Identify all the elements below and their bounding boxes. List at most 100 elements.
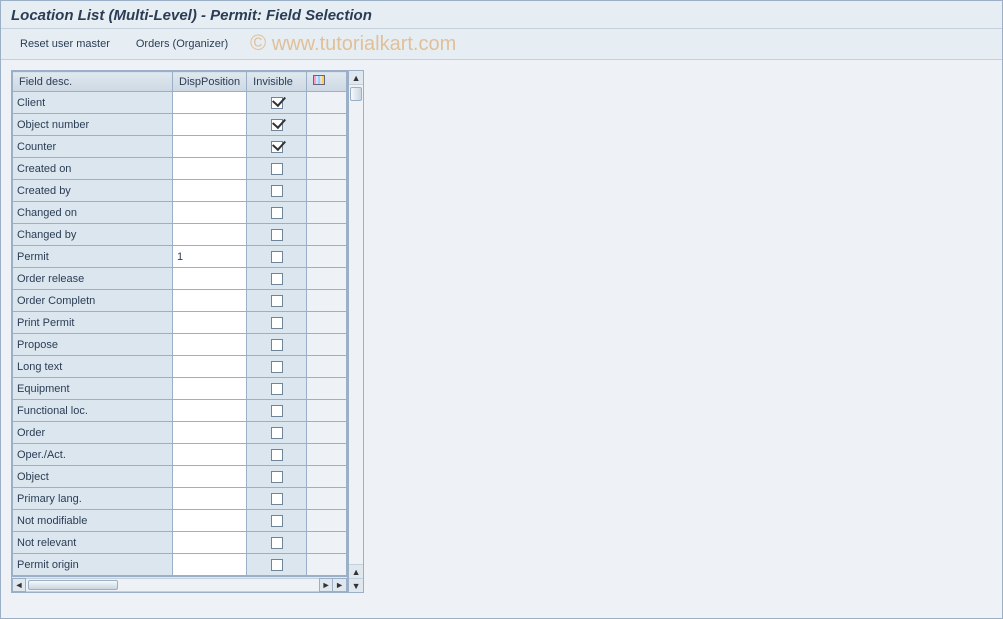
invisible-checkbox[interactable] (271, 207, 283, 219)
table-row[interactable]: Object number (13, 114, 347, 136)
invisible-checkbox[interactable] (271, 427, 283, 439)
cell-disp-position[interactable] (173, 554, 247, 576)
invisible-checkbox[interactable] (271, 273, 283, 285)
invisible-checkbox[interactable] (271, 229, 283, 241)
cell-disp-position[interactable] (173, 422, 247, 444)
cell-disp-position[interactable] (173, 378, 247, 400)
cell-field-desc: Not modifiable (13, 510, 173, 532)
invisible-checkbox[interactable] (271, 339, 283, 351)
table-row[interactable]: Changed by (13, 224, 347, 246)
invisible-checkbox[interactable] (271, 471, 283, 483)
cell-spacer (307, 488, 347, 510)
cell-disp-position[interactable] (173, 400, 247, 422)
hscroll-thumb[interactable] (28, 580, 118, 590)
scroll-right-icon[interactable]: ► (319, 578, 333, 592)
table-row[interactable]: Permit1 (13, 246, 347, 268)
table-row[interactable]: Not modifiable (13, 510, 347, 532)
invisible-checkbox[interactable] (271, 493, 283, 505)
table-row[interactable]: Long text (13, 356, 347, 378)
scroll-right-end-icon[interactable]: ► (333, 578, 347, 592)
cell-disp-position[interactable] (173, 136, 247, 158)
scroll-up-icon[interactable]: ▲ (349, 71, 363, 85)
cell-disp-position[interactable] (173, 180, 247, 202)
table-row[interactable]: Object (13, 466, 347, 488)
cell-field-desc: Created on (13, 158, 173, 180)
cell-disp-position[interactable] (173, 444, 247, 466)
table-row[interactable]: Created on (13, 158, 347, 180)
invisible-checkbox[interactable] (271, 515, 283, 527)
table-row[interactable]: Created by (13, 180, 347, 202)
cell-disp-position[interactable] (173, 290, 247, 312)
table-row[interactable]: Permit origin (13, 554, 347, 576)
invisible-checkbox[interactable] (271, 295, 283, 307)
content-area: Field desc. DispPosition Invisible Clien… (1, 60, 1002, 618)
cell-spacer (307, 290, 347, 312)
table-row[interactable]: Propose (13, 334, 347, 356)
vertical-scrollbar[interactable]: ▲ ▲ ▼ (348, 70, 364, 593)
cell-field-desc: Oper./Act. (13, 444, 173, 466)
cell-disp-position[interactable] (173, 532, 247, 554)
cell-disp-position[interactable] (173, 158, 247, 180)
table-row[interactable]: Order (13, 422, 347, 444)
invisible-checkbox[interactable] (271, 537, 283, 549)
table-settings-button[interactable] (307, 72, 347, 92)
scroll-down-end-icon[interactable]: ▼ (349, 578, 363, 592)
reset-user-master-button[interactable]: Reset user master (9, 33, 121, 55)
column-header-invisible[interactable]: Invisible (247, 72, 307, 92)
cell-disp-position[interactable] (173, 268, 247, 290)
horizontal-scrollbar[interactable]: ◄ ► ► (12, 576, 347, 592)
table-row[interactable]: Print Permit (13, 312, 347, 334)
cell-invisible (247, 532, 307, 554)
invisible-checkbox[interactable] (271, 317, 283, 329)
cell-field-desc: Object number (13, 114, 173, 136)
cell-field-desc: Equipment (13, 378, 173, 400)
vscroll-thumb[interactable] (350, 87, 362, 101)
table-row[interactable]: Not relevant (13, 532, 347, 554)
invisible-checkbox[interactable] (271, 119, 283, 131)
invisible-checkbox[interactable] (271, 251, 283, 263)
invisible-checkbox[interactable] (271, 449, 283, 461)
table-row[interactable]: Counter (13, 136, 347, 158)
invisible-checkbox[interactable] (271, 141, 283, 153)
column-header-field-desc[interactable]: Field desc. (13, 72, 173, 92)
table-row[interactable]: Oper./Act. (13, 444, 347, 466)
cell-disp-position[interactable] (173, 510, 247, 532)
cell-disp-position[interactable] (173, 114, 247, 136)
cell-invisible (247, 158, 307, 180)
cell-invisible (247, 268, 307, 290)
table-row[interactable]: Equipment (13, 378, 347, 400)
cell-spacer (307, 510, 347, 532)
column-header-disp-position[interactable]: DispPosition (173, 72, 247, 92)
invisible-checkbox[interactable] (271, 361, 283, 373)
orders-organizer-button[interactable]: Orders (Organizer) (125, 33, 239, 55)
cell-disp-position[interactable] (173, 312, 247, 334)
table-row[interactable]: Changed on (13, 202, 347, 224)
table-row[interactable]: Primary lang. (13, 488, 347, 510)
invisible-checkbox[interactable] (271, 559, 283, 571)
invisible-checkbox[interactable] (271, 97, 283, 109)
cell-invisible (247, 180, 307, 202)
scroll-down-icon[interactable]: ▲ (349, 564, 363, 578)
hscroll-track[interactable] (26, 578, 319, 592)
table-row[interactable]: Order release (13, 268, 347, 290)
invisible-checkbox[interactable] (271, 163, 283, 175)
cell-disp-position[interactable] (173, 334, 247, 356)
cell-disp-position[interactable] (173, 466, 247, 488)
cell-field-desc: Propose (13, 334, 173, 356)
invisible-checkbox[interactable] (271, 185, 283, 197)
cell-disp-position[interactable] (173, 202, 247, 224)
cell-invisible (247, 400, 307, 422)
cell-disp-position[interactable] (173, 224, 247, 246)
cell-field-desc: Order release (13, 268, 173, 290)
table-row[interactable]: Order Completn (13, 290, 347, 312)
invisible-checkbox[interactable] (271, 405, 283, 417)
cell-disp-position[interactable] (173, 92, 247, 114)
cell-disp-position[interactable] (173, 356, 247, 378)
table-row[interactable]: Functional loc. (13, 400, 347, 422)
table-row[interactable]: Client (13, 92, 347, 114)
cell-disp-position[interactable] (173, 488, 247, 510)
cell-disp-position[interactable]: 1 (173, 246, 247, 268)
vscroll-track[interactable] (349, 85, 363, 564)
invisible-checkbox[interactable] (271, 383, 283, 395)
scroll-left-icon[interactable]: ◄ (12, 578, 26, 592)
